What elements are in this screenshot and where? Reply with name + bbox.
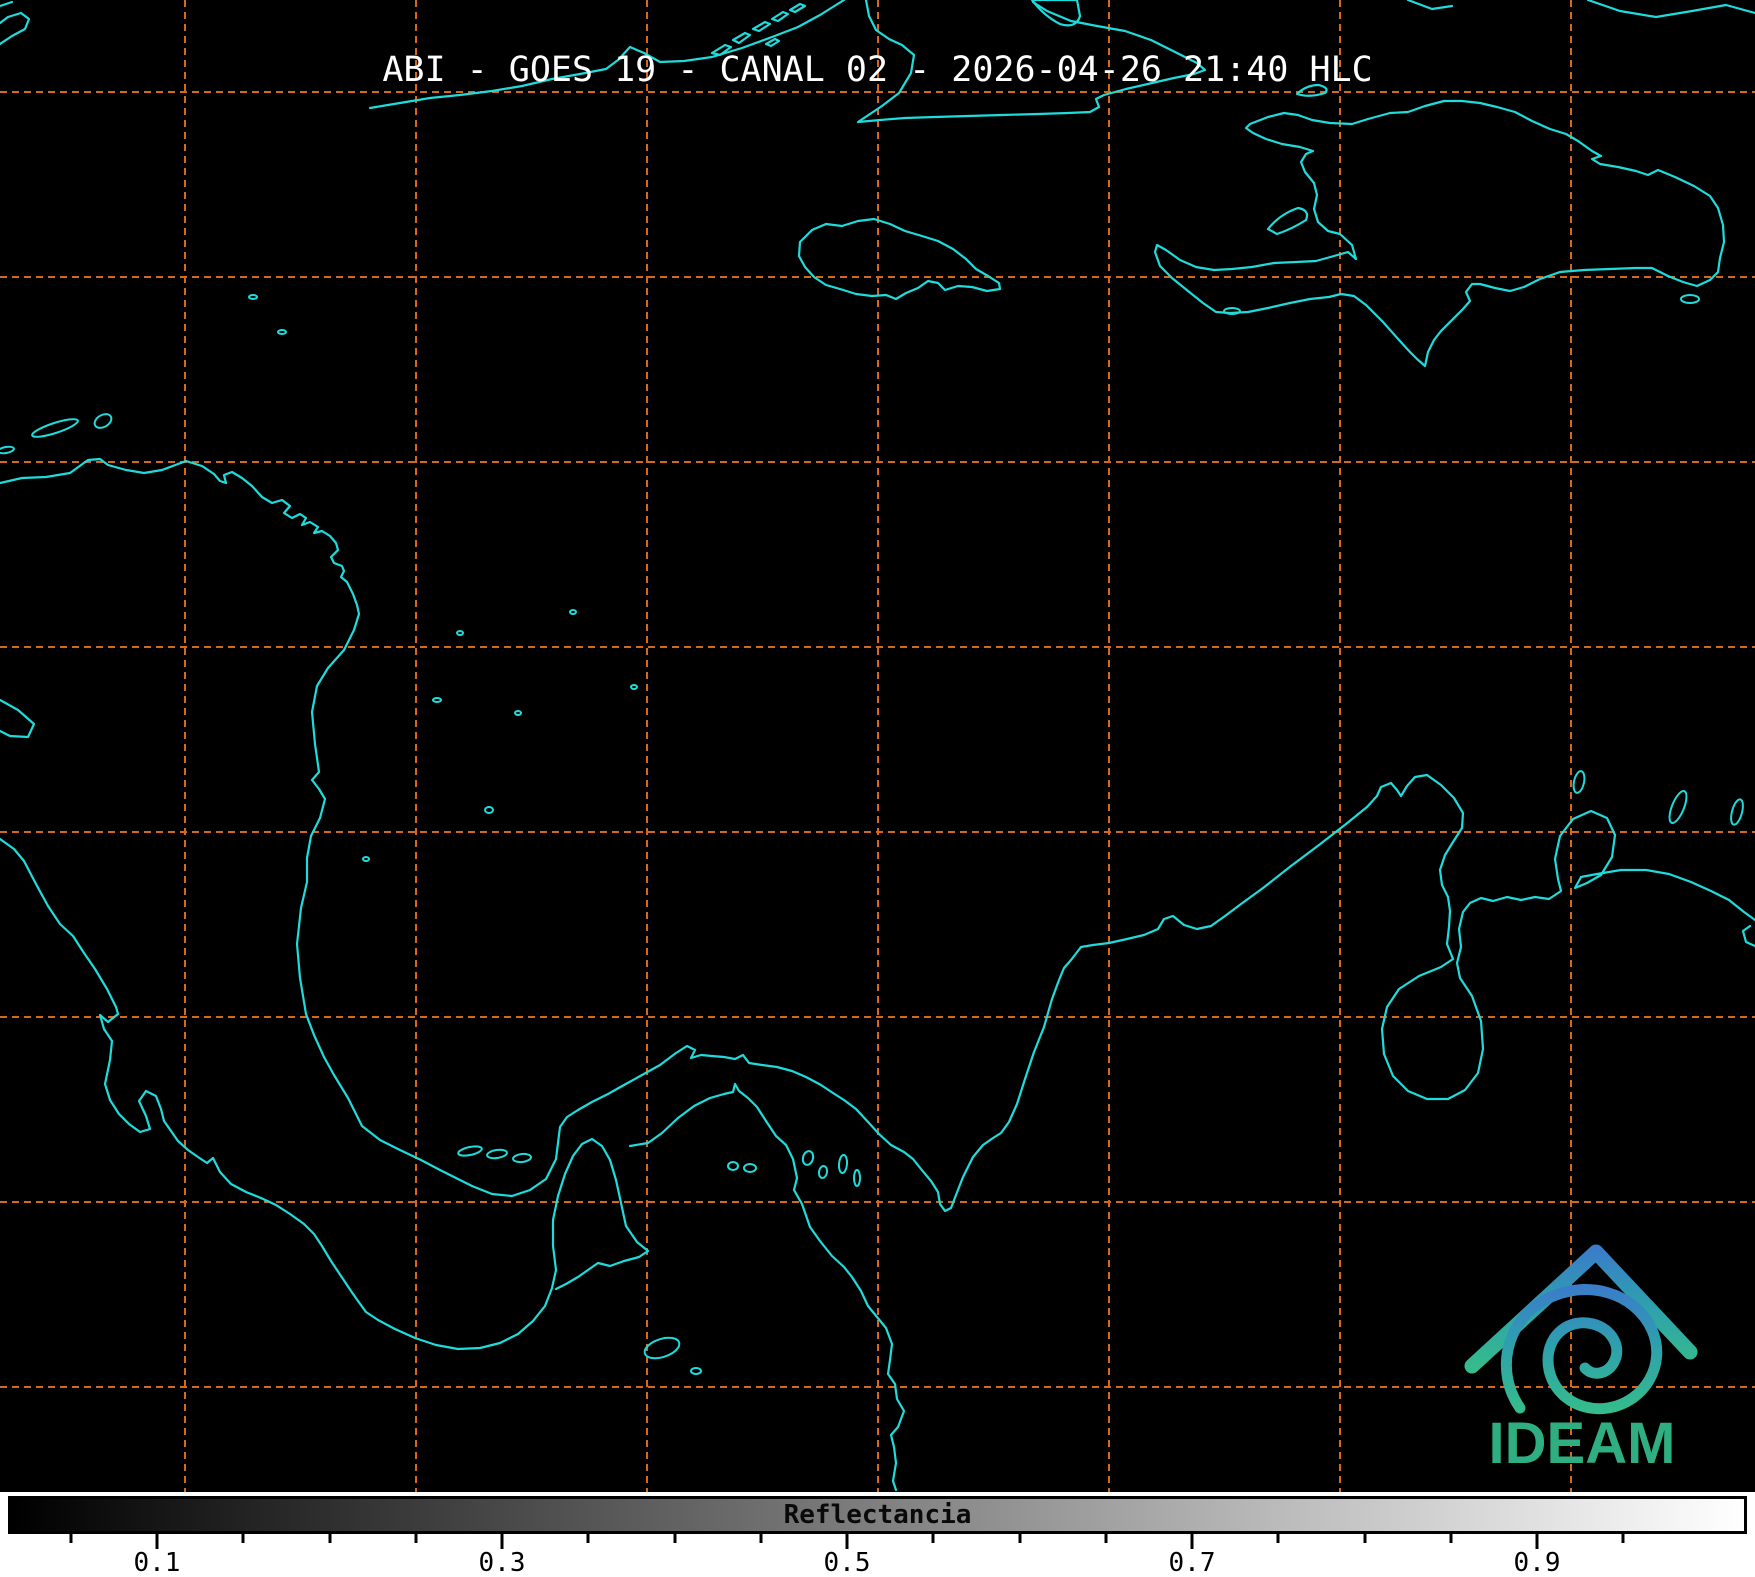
coastline xyxy=(628,1082,906,1492)
coastline xyxy=(0,837,650,1351)
coastline xyxy=(1266,206,1309,236)
island-outline xyxy=(432,697,442,703)
island-outline xyxy=(727,1161,739,1171)
graticule-grid xyxy=(0,0,1755,1492)
colorbar-tick xyxy=(500,1534,504,1549)
coastline xyxy=(0,0,14,8)
colorbar-label: Reflectancia xyxy=(783,1500,972,1530)
colorbar: Reflectancia 0.1 0.3 0.5 0.7 0.9 xyxy=(0,1492,1755,1577)
colorbar-tick xyxy=(1276,1534,1280,1543)
colorbar-tick xyxy=(931,1534,935,1543)
colorbar-tick-label: 0.9 xyxy=(1513,1548,1561,1577)
colorbar-tick xyxy=(1190,1534,1194,1549)
island-outline xyxy=(484,806,494,814)
island-outline xyxy=(1730,798,1744,826)
colorbar-tick xyxy=(845,1534,849,1549)
island-outline xyxy=(277,329,287,335)
colorbar-tick xyxy=(1621,1534,1625,1543)
island-outline xyxy=(0,445,15,455)
colorbar-tick-labels: 0.1 0.3 0.5 0.7 0.9 xyxy=(0,1548,1755,1577)
island-outline xyxy=(630,684,638,690)
logo-hurricane-spiral-icon xyxy=(1500,1284,1663,1415)
colorbar-tick xyxy=(241,1534,245,1543)
map-svg: IDEAM xyxy=(0,0,1755,1492)
island-outline xyxy=(817,1165,829,1179)
colorbar-tick xyxy=(155,1534,159,1549)
colorbar-tick xyxy=(328,1534,331,1543)
image-title: ABI - GOES 19 - CANAL 02 - 2026-04-26 21… xyxy=(382,50,1373,90)
coastline xyxy=(1741,924,1755,948)
colorbar-tick xyxy=(1018,1534,1021,1543)
island-outline xyxy=(1668,790,1688,824)
colorbar-tick xyxy=(1535,1534,1539,1549)
island-outline xyxy=(31,418,79,438)
colorbar-tick-label: 0.3 xyxy=(478,1548,526,1577)
island-outline xyxy=(362,856,370,862)
colorbar-tick xyxy=(1363,1534,1366,1543)
coastline xyxy=(1586,0,1755,19)
colorbar-tick-label: 0.5 xyxy=(823,1548,871,1577)
island-outline xyxy=(514,710,522,716)
colorbar-tick xyxy=(586,1534,590,1543)
island-outline xyxy=(643,1336,681,1360)
colorbar-tick xyxy=(1104,1534,1108,1543)
colorbar-tick xyxy=(759,1534,763,1543)
island-outline xyxy=(690,1367,702,1375)
island-outline xyxy=(486,1148,508,1160)
coastline xyxy=(1406,0,1454,11)
coastline xyxy=(0,11,31,46)
logo-wordmark: IDEAM xyxy=(1489,1411,1676,1476)
colorbar-tick xyxy=(69,1534,73,1543)
coastline xyxy=(1153,99,1726,368)
colorbar-tick xyxy=(414,1534,418,1543)
satellite-image-view: IDEAM ABI - GOES 19 - CANAL 02 - 2026-04… xyxy=(0,0,1755,1577)
colorbar-tick-label: 0.1 xyxy=(133,1548,181,1577)
map-area: IDEAM ABI - GOES 19 - CANAL 02 - 2026-04… xyxy=(0,0,1755,1492)
island-outline xyxy=(248,294,258,300)
coastline xyxy=(797,217,1002,301)
island-outline xyxy=(1223,307,1241,315)
island-outline xyxy=(1572,770,1586,794)
island-outline xyxy=(512,1152,532,1164)
island-outline xyxy=(853,1169,861,1187)
ideam-logo: IDEAM xyxy=(1464,1244,1698,1476)
island-outline xyxy=(457,1145,483,1157)
island-outline xyxy=(743,1163,757,1173)
island-outline xyxy=(1680,294,1700,304)
island-outline xyxy=(456,630,464,636)
coastline xyxy=(0,698,36,739)
island-outline xyxy=(837,1154,849,1174)
colorbar-tick xyxy=(673,1534,676,1543)
island-outline xyxy=(93,413,113,429)
colorbar-tick xyxy=(1449,1534,1453,1543)
island-outline xyxy=(569,609,577,615)
colorbar-tick-label: 0.7 xyxy=(1168,1548,1216,1577)
island-outline xyxy=(801,1150,815,1166)
